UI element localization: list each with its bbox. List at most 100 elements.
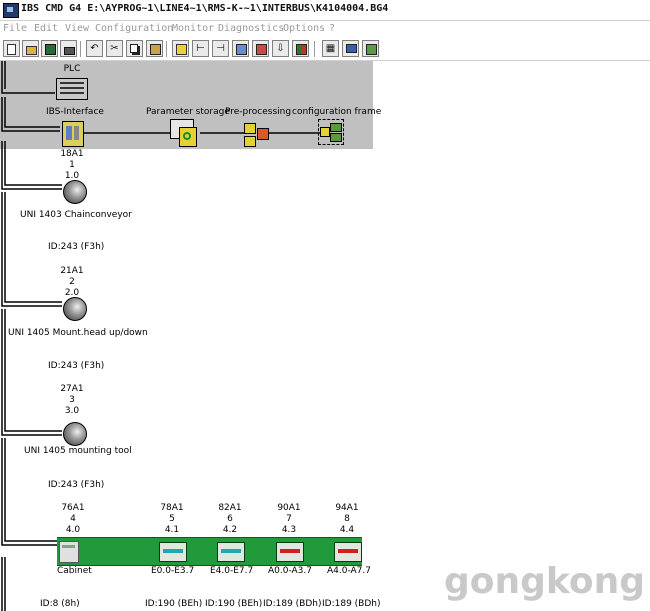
parameter-storage-icon[interactable] [170, 119, 197, 147]
device-1-name: UNI 1403 Chainconveyor [20, 210, 132, 220]
device-2-addr: 21A1 [60, 266, 84, 276]
device-2-name: UNI 1405 Mount.head up/down [8, 328, 148, 338]
module-4-id: ID:189 (BDh) [322, 599, 381, 609]
device-3-motor-icon[interactable] [63, 422, 87, 446]
menu-monitor[interactable]: Monitor [172, 23, 214, 34]
swap-icon [256, 44, 267, 55]
cabinet-coupler-icon[interactable] [59, 541, 79, 563]
add-branch-icon: ⊣ [216, 43, 225, 54]
module-2-pos: 4.2 [222, 525, 238, 535]
cabinet-bus-bar [57, 537, 362, 566]
window-title: IBS CMD G4 E:\AYPROG~1\LINE4~1\RMS-K-~1\… [21, 3, 389, 14]
menu-configuration[interactable]: Configuration [95, 23, 173, 34]
download-icon: ⇩ [276, 43, 285, 54]
table-icon: ▦ [325, 43, 336, 54]
cabinet-name: Cabinet [57, 566, 92, 576]
cabinet-num: 4 [70, 514, 76, 524]
download-button[interactable]: ⇩ [272, 40, 289, 57]
menu-edit[interactable]: Edit [34, 23, 58, 34]
menu-help[interactable]: ? [329, 23, 335, 34]
save-button[interactable] [41, 40, 58, 57]
undo-icon: ↶ [90, 43, 99, 54]
cabinet-pos: 4.0 [65, 525, 81, 535]
module-3-id: ID:189 (BDh) [263, 599, 322, 609]
save-icon [45, 44, 56, 55]
module-3-pos: 4.3 [281, 525, 297, 535]
config-frame-label: configuration frame [292, 107, 382, 117]
device-2-address: 21A1 2 2.0 [52, 266, 92, 299]
bus-configuration-canvas[interactable]: PLC IBS-Interface Parameter storage Pre-… [0, 61, 650, 611]
menu-view[interactable]: View [65, 23, 89, 34]
open-folder-button[interactable] [22, 40, 39, 57]
menu-bar: File Edit View Configuration Monitor Dia… [0, 21, 650, 37]
menu-options[interactable]: Options [283, 23, 325, 34]
device-1-addr: 18A1 [60, 149, 84, 159]
swap-button[interactable] [252, 40, 269, 57]
pre-processing-icon[interactable] [244, 123, 269, 147]
device-2-id: ID:243 (F3h) [48, 361, 105, 371]
device-3-address: 27A1 3 3.0 [52, 384, 92, 417]
monitor-button[interactable] [342, 40, 359, 57]
module-3-addr: 90A1 [277, 503, 301, 513]
cabinet-address: 76A1 4 4.0 [53, 503, 93, 536]
tree-icon [366, 44, 377, 55]
module-4-address: 94A1 8 4.4 [327, 503, 367, 536]
interface-label: IBS-Interface [46, 107, 104, 117]
open-folder-icon [26, 46, 37, 55]
signal-button[interactable] [292, 40, 309, 57]
menu-diagnostics[interactable]: Diagnostics [218, 23, 284, 34]
device-3-addr: 27A1 [60, 384, 84, 394]
module-4-addr: 94A1 [335, 503, 359, 513]
module-2-icon[interactable] [217, 542, 245, 562]
paste-icon [150, 44, 161, 55]
module-4-num: 8 [344, 514, 350, 524]
watermark: gongkong [444, 561, 646, 602]
print-button[interactable] [60, 40, 77, 57]
device-3-id: ID:243 (F3h) [48, 480, 105, 490]
device-1-motor-icon[interactable] [63, 180, 87, 204]
preprocessing-label: Pre-processing [225, 107, 292, 117]
cut-icon: ✂ [110, 43, 119, 54]
add-branch-button[interactable]: ⊣ [212, 40, 229, 57]
device-3-name: UNI 1405 mounting tool [24, 446, 132, 456]
module-2-range: E4.0-E7.7 [210, 566, 254, 576]
device-1-id: ID:243 (F3h) [48, 242, 105, 252]
monitor-icon [346, 44, 357, 53]
tree-button[interactable] [362, 40, 379, 57]
module-1-addr: 78A1 [160, 503, 184, 513]
undo-button[interactable]: ↶ [86, 40, 103, 57]
device-1-num: 1 [69, 160, 75, 170]
signal-icon [296, 44, 307, 55]
menu-file[interactable]: File [3, 23, 27, 34]
device-2-num: 2 [69, 277, 75, 287]
configuration-frame-icon[interactable] [318, 119, 344, 145]
ibs-interface-icon[interactable] [62, 121, 84, 147]
module-4-range: A4.0-A7.7 [327, 566, 371, 576]
module-2-num: 6 [227, 514, 233, 524]
module-1-id: ID:190 (BEh) [145, 599, 203, 609]
module-4-icon[interactable] [334, 542, 362, 562]
module-4-pos: 4.4 [339, 525, 355, 535]
module-2-id: ID:190 (BEh) [205, 599, 263, 609]
device-2-motor-icon[interactable] [63, 297, 87, 321]
app-icon [3, 3, 19, 18]
table-button[interactable]: ▦ [322, 40, 339, 57]
cabinet-id: ID:8 (8h) [40, 599, 80, 609]
add-device-button[interactable]: ⊢ [192, 40, 209, 57]
replace-button[interactable] [232, 40, 249, 57]
bus-connect-button[interactable] [172, 40, 189, 57]
param-storage-label: Parameter storage [146, 107, 230, 117]
cut-button[interactable]: ✂ [106, 40, 123, 57]
module-3-icon[interactable] [276, 542, 304, 562]
copy-button[interactable] [126, 40, 143, 57]
module-3-num: 7 [286, 514, 292, 524]
module-1-icon[interactable] [159, 542, 187, 562]
replace-icon [236, 44, 247, 55]
new-file-icon [7, 44, 16, 55]
module-3-range: A0.0-A3.7 [268, 566, 312, 576]
module-1-pos: 4.1 [164, 525, 180, 535]
plc-label: PLC [63, 64, 81, 74]
new-file-button[interactable] [3, 40, 20, 57]
paste-button[interactable] [146, 40, 163, 57]
plc-icon[interactable] [56, 78, 88, 100]
